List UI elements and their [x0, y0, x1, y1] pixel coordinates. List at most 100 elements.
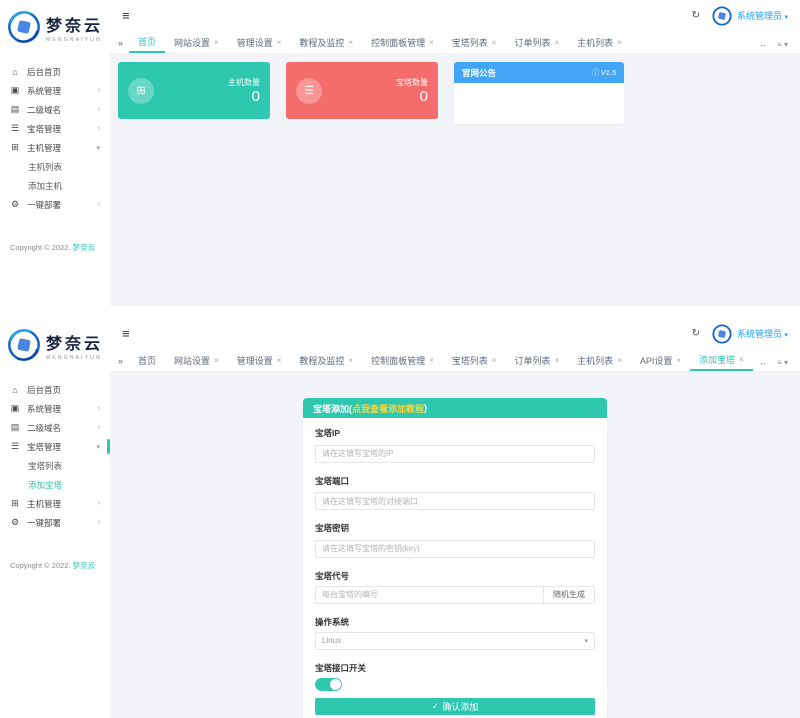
- user-menu[interactable]: 系统管理员 ▾: [737, 9, 788, 22]
- sidebar-item-host-list[interactable]: 主机列表: [0, 157, 110, 176]
- dashboard-body: ⌂后台首页 ▣系统管理› ▤二级域名› ☰宝塔管理› ⊞主机管理▾ 主机列表 添…: [0, 54, 800, 306]
- dashboard-screen: 梦奈云 MENGNAIYUN ≡ ↻ 系统管理员 ▾ »: [0, 0, 800, 306]
- tab-host-list[interactable]: 主机列表×: [568, 349, 631, 371]
- bt-ip-input[interactable]: [315, 445, 595, 463]
- confirm-add-button[interactable]: ✓确认添加: [315, 698, 595, 715]
- close-icon[interactable]: ×: [617, 356, 622, 365]
- sidebar-item-dashboard[interactable]: ⌂后台首页: [0, 380, 110, 399]
- sidebar-item-host[interactable]: ⊞主机管理▾: [0, 138, 110, 157]
- tab-bt-list[interactable]: 宝塔列表×: [443, 349, 506, 371]
- add-bt-body: ⌂后台首页 ▣系统管理› ▤二级域名› ☰宝塔管理▾ 宝塔列表 添加宝塔 ⊞主机…: [0, 372, 800, 718]
- close-icon[interactable]: ×: [214, 356, 219, 365]
- tab-api-settings[interactable]: API设置×: [631, 349, 690, 371]
- tab-tutorial-monitor[interactable]: 教程及监控×: [290, 31, 362, 53]
- menu-toggle-icon[interactable]: ≡: [122, 326, 130, 341]
- tab-order-list[interactable]: 订单列表×: [505, 349, 568, 371]
- refresh-icon[interactable]: ↻: [692, 328, 700, 339]
- menu-toggle-icon[interactable]: ≡: [122, 8, 130, 23]
- tab-home[interactable]: 首页: [129, 31, 165, 53]
- tabs-menu-icon[interactable]: ≡ ▾: [777, 40, 788, 49]
- close-icon[interactable]: ×: [348, 356, 353, 365]
- sidebar-item-deploy[interactable]: ⚙一键部署›: [0, 195, 110, 214]
- api-switch-toggle[interactable]: [315, 678, 342, 691]
- avatar[interactable]: [712, 6, 732, 26]
- sidebar-item-subdomain[interactable]: ▤二级域名›: [0, 418, 110, 437]
- close-icon[interactable]: ×: [277, 356, 282, 365]
- close-icon[interactable]: ×: [554, 38, 559, 47]
- header-strip: ≡ ↻ 系统管理员 ▾: [110, 0, 800, 31]
- domain-icon: ▤: [10, 104, 20, 115]
- close-icon[interactable]: ×: [676, 356, 681, 365]
- tab-bt-list[interactable]: 宝塔列表×: [443, 31, 506, 53]
- chevron-right-icon: ›: [98, 519, 100, 526]
- sidebar-item-host[interactable]: ⊞主机管理›: [0, 494, 110, 513]
- sidebar-item-deploy[interactable]: ⚙一键部署›: [0, 513, 110, 532]
- sidebar-item-add-bt[interactable]: 添加宝塔: [0, 475, 110, 494]
- tabs-menu-icon[interactable]: ≡ ▾: [777, 358, 788, 367]
- tab-label: 控制面板管理: [371, 354, 425, 367]
- close-icon[interactable]: ×: [214, 38, 219, 47]
- refresh-icon[interactable]: ↻: [692, 10, 700, 21]
- announcement-title: 官网公告: [462, 67, 496, 79]
- tabs-collapse-icon[interactable]: »: [118, 38, 129, 53]
- sidebar-item-system[interactable]: ▣系统管理›: [0, 81, 110, 100]
- tabs-nav-icon[interactable]: ↔: [759, 358, 767, 367]
- menu-label: 一键部署: [27, 517, 61, 529]
- close-icon[interactable]: ×: [554, 356, 559, 365]
- tabs-nav-icon[interactable]: ↔: [759, 40, 767, 49]
- user-menu[interactable]: 系统管理员 ▾: [737, 327, 788, 340]
- sidebar-item-bt[interactable]: ☰宝塔管理›: [0, 119, 110, 138]
- bt-port-input[interactable]: [315, 492, 595, 510]
- tabs-menu-glyph: ≡: [777, 358, 782, 367]
- tab-label: 主机列表: [577, 36, 613, 49]
- tab-host-list[interactable]: 主机列表 ×: [568, 31, 631, 53]
- tab-admin-settings[interactable]: 管理设置×: [228, 349, 291, 371]
- close-icon[interactable]: ×: [348, 38, 353, 47]
- copyright-brand[interactable]: 梦奈云: [73, 561, 96, 570]
- copyright-brand[interactable]: 梦奈云: [73, 243, 96, 252]
- chevron-right-icon: ›: [98, 125, 100, 132]
- close-icon[interactable]: ×: [429, 356, 434, 365]
- tabs-collapse-icon[interactable]: »: [118, 356, 129, 371]
- sidebar: ⌂后台首页 ▣系统管理› ▤二级域名› ☰宝塔管理▾ 宝塔列表 添加宝塔 ⊞主机…: [0, 372, 110, 718]
- close-icon[interactable]: ×: [739, 355, 744, 364]
- tab-panel-management[interactable]: 控制面板管理 ×: [362, 349, 443, 371]
- close-icon[interactable]: ×: [429, 38, 434, 47]
- tab-tutorial-monitor[interactable]: 教程及监控×: [290, 349, 362, 371]
- random-generate-button[interactable]: 随机生成: [543, 586, 595, 604]
- sidebar-item-system[interactable]: ▣系统管理›: [0, 399, 110, 418]
- menu-label: 后台首页: [27, 66, 61, 78]
- sidebar-item-dashboard[interactable]: ⌂后台首页: [0, 62, 110, 81]
- avatar[interactable]: [712, 324, 732, 344]
- bt-key-input[interactable]: [315, 540, 595, 558]
- close-icon[interactable]: ×: [492, 38, 497, 47]
- tab-website-settings[interactable]: 网站设置×: [165, 31, 228, 53]
- tab-add-bt[interactable]: 添加宝塔×: [690, 349, 753, 371]
- tab-order-list[interactable]: 订单列表×: [505, 31, 568, 53]
- sidebar-item-bt[interactable]: ☰宝塔管理▾: [0, 437, 110, 456]
- menu-label: 宝塔列表: [28, 460, 62, 472]
- bt-code-input[interactable]: [315, 586, 543, 604]
- sidebar-item-bt-list[interactable]: 宝塔列表: [0, 456, 110, 475]
- menu-label: 宝塔管理: [27, 123, 61, 135]
- deploy-icon: ⚙: [10, 199, 20, 210]
- add-tutorial-link[interactable]: 点我查看添加教程: [352, 402, 424, 415]
- copyright: Copyright © 2022. 梦奈云: [0, 560, 110, 571]
- close-icon[interactable]: ×: [277, 38, 282, 47]
- os-selected-value: Linux: [322, 636, 341, 645]
- tab-admin-settings[interactable]: 管理设置×: [228, 31, 291, 53]
- sidebar-item-subdomain[interactable]: ▤二级域名›: [0, 100, 110, 119]
- caret-down-icon: ▾: [784, 358, 788, 367]
- tab-controls: ↔ ≡ ▾: [759, 358, 800, 371]
- tab-home[interactable]: 首页: [129, 349, 165, 371]
- tab-panel-management[interactable]: 控制面板管理×: [362, 31, 443, 53]
- tab-website-settings[interactable]: 网站设置×: [165, 349, 228, 371]
- close-icon[interactable]: ×: [492, 356, 497, 365]
- menu-label: 后台首页: [27, 384, 61, 396]
- brand-text: 梦奈云 MENGNAIYUN: [46, 12, 103, 43]
- os-select[interactable]: Linux ▾: [315, 632, 595, 650]
- brand-logo[interactable]: 梦奈云 MENGNAIYUN: [0, 0, 110, 54]
- sidebar-item-add-host[interactable]: 添加主机: [0, 176, 110, 195]
- close-icon[interactable]: ×: [617, 38, 622, 47]
- brand-logo[interactable]: 梦奈云 MENGNAIYUN: [0, 318, 110, 372]
